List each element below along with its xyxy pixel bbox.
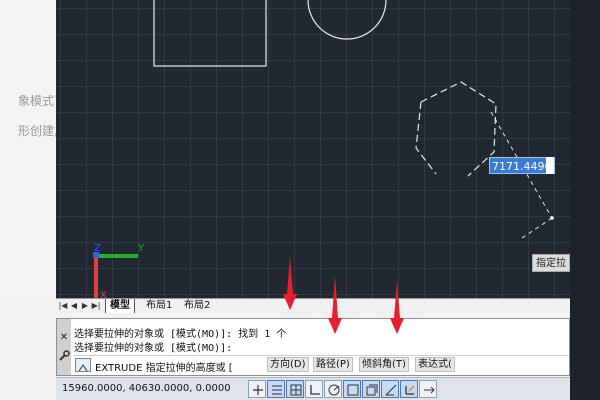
ucs-x-axis bbox=[94, 256, 98, 300]
wrench-icon[interactable] bbox=[58, 350, 70, 362]
snap-mode-icon[interactable] bbox=[267, 380, 285, 398]
tab-first-icon[interactable]: |◀ bbox=[58, 300, 68, 312]
hexagon-edge bbox=[415, 101, 437, 175]
command-window: ✕ 选择要拉伸的对象或 [模式(MO)]: 找到 1 个 选择要拉伸的对象或 [… bbox=[56, 318, 570, 376]
layout-tabs-bar: |◀ ◀ ▶ ▶| 模型 布局1 布局2 bbox=[56, 298, 570, 313]
close-icon[interactable]: ✕ bbox=[59, 333, 69, 343]
cursor-guide-line bbox=[521, 217, 553, 239]
status-bar: 15960.0000, 40630.0000, 0.0000 bbox=[56, 377, 570, 400]
command-window-grip[interactable]: ✕ bbox=[57, 319, 71, 375]
red-arrow-annotation bbox=[283, 256, 297, 310]
red-arrow-annotation bbox=[390, 280, 404, 334]
option-path-button[interactable]: 路径(P) bbox=[313, 357, 353, 372]
tab-next-icon[interactable]: ▶ bbox=[80, 300, 90, 312]
article-text-line: 形创建, bbox=[18, 124, 56, 138]
coordinate-readout: 15960.0000, 40630.0000, 0.0000 bbox=[62, 383, 231, 394]
command-history-line: 选择要拉伸的对象或 [模式(MO)]: 找到 1 个 bbox=[74, 329, 287, 340]
tab-prev-icon[interactable]: ◀ bbox=[69, 300, 79, 312]
tab-layout1[interactable]: 布局1 bbox=[142, 299, 176, 313]
ortho-mode-icon[interactable] bbox=[305, 380, 323, 398]
tab-model[interactable]: 模型 bbox=[105, 299, 135, 313]
article-text-line: 象模式下 bbox=[18, 94, 56, 108]
dynamic-ucs-icon[interactable] bbox=[400, 380, 418, 398]
drawing-geometry: Z Y X bbox=[93, 0, 554, 300]
infer-constraints-icon[interactable] bbox=[248, 380, 266, 398]
grid-display-icon[interactable] bbox=[286, 380, 304, 398]
command-history-line: 选择要拉伸的对象或 [模式(MO)]: bbox=[74, 343, 233, 354]
polar-tracking-icon[interactable] bbox=[324, 380, 342, 398]
tab-last-icon[interactable]: ▶| bbox=[91, 300, 101, 312]
command-line-input[interactable]: EXTRUDE 指定拉伸的高度或 [ 方向(D) 路径(P) 倾斜角(T) 表达… bbox=[73, 355, 569, 374]
command-prompt-text: EXTRUDE 指定拉伸的高度或 [ bbox=[95, 363, 233, 374]
hexagon-object[interactable] bbox=[420, 81, 497, 177]
circle-object[interactable] bbox=[307, 0, 387, 40]
drawing-canvas[interactable]: Z Y X 7171.4496 指定拉 bbox=[56, 0, 570, 300]
red-arrow-annotation bbox=[328, 276, 342, 334]
dynamic-input-icon[interactable] bbox=[419, 380, 437, 398]
dynamic-prompt-tooltip: 指定拉 bbox=[532, 254, 570, 272]
object-snap-icon[interactable] bbox=[343, 380, 361, 398]
option-expression-button[interactable]: 表达式( bbox=[415, 357, 455, 372]
rectangle-object[interactable] bbox=[153, 0, 267, 67]
ucs-y-label: Y bbox=[137, 243, 145, 254]
ucs-y-axis bbox=[94, 254, 138, 258]
dynamic-input-caret-box bbox=[546, 157, 554, 174]
3d-object-snap-icon[interactable] bbox=[362, 380, 380, 398]
dynamic-input-field[interactable]: 7171.4496 bbox=[489, 157, 555, 174]
tab-layout2[interactable]: 布局2 bbox=[180, 299, 214, 313]
object-snap-tracking-icon[interactable] bbox=[381, 380, 399, 398]
cursor-point bbox=[550, 216, 554, 220]
option-direction-button[interactable]: 方向(D) bbox=[267, 357, 309, 372]
command-prompt-icon[interactable] bbox=[75, 358, 91, 372]
ucs-z-label: Z bbox=[94, 243, 101, 254]
right-panel-edge bbox=[570, 0, 600, 400]
background-article: 象模式下 形创建, bbox=[0, 0, 56, 300]
option-taper-angle-button[interactable]: 倾斜角(T) bbox=[359, 357, 409, 372]
